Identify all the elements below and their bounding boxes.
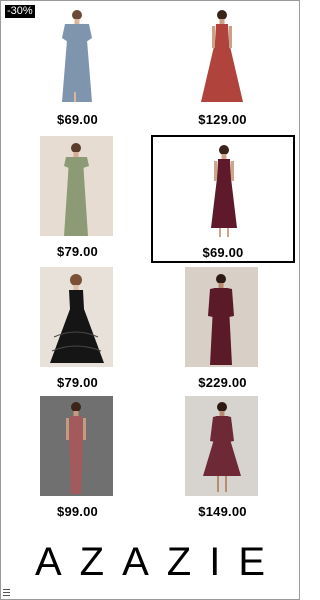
product-image[interactable] [187, 138, 260, 238]
product-card-7[interactable]: $99.00 [5, 394, 150, 521]
product-price: $79.00 [57, 244, 98, 259]
dress-photo [40, 136, 113, 236]
product-price: $149.00 [198, 504, 247, 519]
dress-photo [185, 396, 258, 496]
dress-photo [185, 4, 258, 104]
product-card-3[interactable]: $79.00 [5, 134, 150, 261]
hamburger-menu-icon[interactable] [3, 589, 10, 596]
product-image[interactable] [40, 267, 113, 367]
product-image[interactable] [40, 136, 113, 236]
product-image[interactable] [40, 4, 113, 104]
product-card-8[interactable]: $149.00 [150, 394, 295, 521]
product-price: $69.00 [57, 112, 98, 127]
product-card-6[interactable]: $229.00 [150, 265, 295, 392]
product-card-1[interactable]: $69.00 [5, 2, 150, 129]
dress-photo [185, 267, 258, 367]
dress-photo [40, 267, 113, 367]
product-image[interactable] [40, 396, 113, 496]
dress-photo [187, 138, 260, 238]
product-image[interactable] [185, 4, 258, 104]
product-price: $99.00 [57, 504, 98, 519]
product-price: $229.00 [198, 375, 247, 390]
product-card-5[interactable]: $79.00 [5, 265, 150, 392]
dress-photo [40, 396, 113, 496]
product-price: $129.00 [198, 112, 247, 127]
product-card-4-selected[interactable]: $69.00 [151, 135, 295, 263]
dress-photo [40, 4, 113, 104]
brand-logo[interactable]: AZAZIE [0, 540, 300, 585]
product-card-2[interactable]: $129.00 [150, 2, 295, 129]
product-price: $79.00 [57, 375, 98, 390]
product-price: $69.00 [202, 245, 244, 260]
product-image[interactable] [185, 267, 258, 367]
product-image[interactable] [185, 396, 258, 496]
